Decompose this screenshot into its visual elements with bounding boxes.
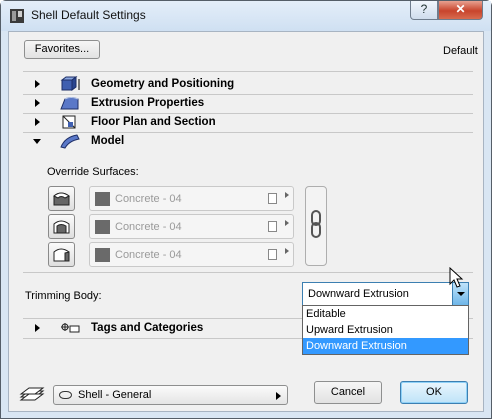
panel-label: Geometry and Positioning <box>91 78 235 90</box>
panel-geometry[interactable]: Geometry and Positioning <box>23 75 473 94</box>
dialog-window: Shell Default Settings ? ✕ Favorites... … <box>0 0 492 419</box>
material-swatch <box>95 192 110 206</box>
popup-arrow-icon <box>285 220 289 226</box>
material-name: Concrete - 04 <box>115 193 182 205</box>
extrusion-icon <box>60 97 79 110</box>
trimming-body-select[interactable]: Downward Extrusion <box>302 282 469 306</box>
expand-arrow-icon[interactable] <box>35 99 40 107</box>
option-editable[interactable]: Editable <box>303 306 468 322</box>
option-upward-extrusion[interactable]: Upward Extrusion <box>303 322 468 338</box>
dialog-body: Favorites... Default Geometry and Positi… <box>8 31 484 412</box>
chain-link-icon <box>311 210 321 238</box>
panel-label: Floor Plan and Section <box>91 116 216 128</box>
surface-material-field[interactable]: Concrete - 04 <box>89 214 294 239</box>
help-button[interactable]: ? <box>410 1 438 20</box>
link-surfaces-button[interactable] <box>305 186 327 266</box>
profile-label: Shell - General <box>78 389 152 401</box>
expand-arrow-icon[interactable] <box>35 80 40 88</box>
panel-label: Tags and Categories <box>91 322 204 334</box>
material-swatch <box>95 248 110 262</box>
divider <box>23 272 473 273</box>
app-icon <box>10 9 24 23</box>
default-label: Default <box>443 45 478 57</box>
favorites-button[interactable]: Favorites... <box>24 40 100 59</box>
override-top-surface-button[interactable] <box>48 186 75 211</box>
chevron-right-icon <box>276 392 281 400</box>
document-icon <box>268 193 277 204</box>
panel-label: Extrusion Properties <box>91 97 205 109</box>
panel-extrusion[interactable]: Extrusion Properties <box>23 94 473 113</box>
chevron-down-icon <box>457 292 465 296</box>
surface-material-field[interactable]: Concrete - 04 <box>89 242 294 267</box>
material-name: Concrete - 04 <box>115 221 182 233</box>
shell-inner-surface-icon <box>53 220 70 234</box>
profile-select[interactable]: Shell - General <box>53 385 288 405</box>
override-inner-surface-button[interactable] <box>48 214 75 239</box>
expand-arrow-icon[interactable] <box>35 118 40 126</box>
window-title: Shell Default Settings <box>31 8 146 22</box>
expand-arrow-icon[interactable] <box>35 324 40 332</box>
title-bar[interactable]: Shell Default Settings ? ✕ <box>1 1 491 31</box>
mouse-cursor-icon <box>449 267 464 288</box>
panel-model[interactable]: Model <box>23 132 473 151</box>
trimming-body-label: Trimming Body: <box>25 290 102 302</box>
document-icon <box>268 249 277 260</box>
popup-arrow-icon <box>285 192 289 198</box>
trimming-body-options: Editable Upward Extrusion Downward Extru… <box>302 305 469 355</box>
model-icon <box>60 134 80 149</box>
floor-plan-icon <box>62 115 76 129</box>
surface-material-field[interactable]: Concrete - 04 <box>89 186 294 211</box>
option-downward-extrusion[interactable]: Downward Extrusion <box>303 338 468 354</box>
shell-edge-surface-icon <box>53 248 70 262</box>
close-button[interactable]: ✕ <box>438 1 483 20</box>
override-surfaces-label: Override Surfaces: <box>47 166 139 178</box>
trimming-body-value: Downward Extrusion <box>308 288 409 300</box>
divider <box>23 71 473 72</box>
geometry-icon <box>60 76 80 91</box>
document-icon <box>268 221 277 232</box>
ok-button[interactable]: OK <box>400 381 468 404</box>
collapse-arrow-icon[interactable] <box>33 139 41 144</box>
panel-label: Model <box>91 135 125 147</box>
tags-icon <box>61 323 80 333</box>
shell-top-surface-icon <box>53 192 70 206</box>
shell-profile-icon <box>59 391 72 399</box>
material-swatch <box>95 220 110 234</box>
override-edge-surface-button[interactable] <box>48 242 75 267</box>
layers-icon <box>19 387 45 401</box>
popup-arrow-icon <box>285 248 289 254</box>
panel-floor-plan[interactable]: Floor Plan and Section <box>23 113 473 132</box>
material-name: Concrete - 04 <box>115 249 182 261</box>
cancel-button[interactable]: Cancel <box>314 381 382 404</box>
